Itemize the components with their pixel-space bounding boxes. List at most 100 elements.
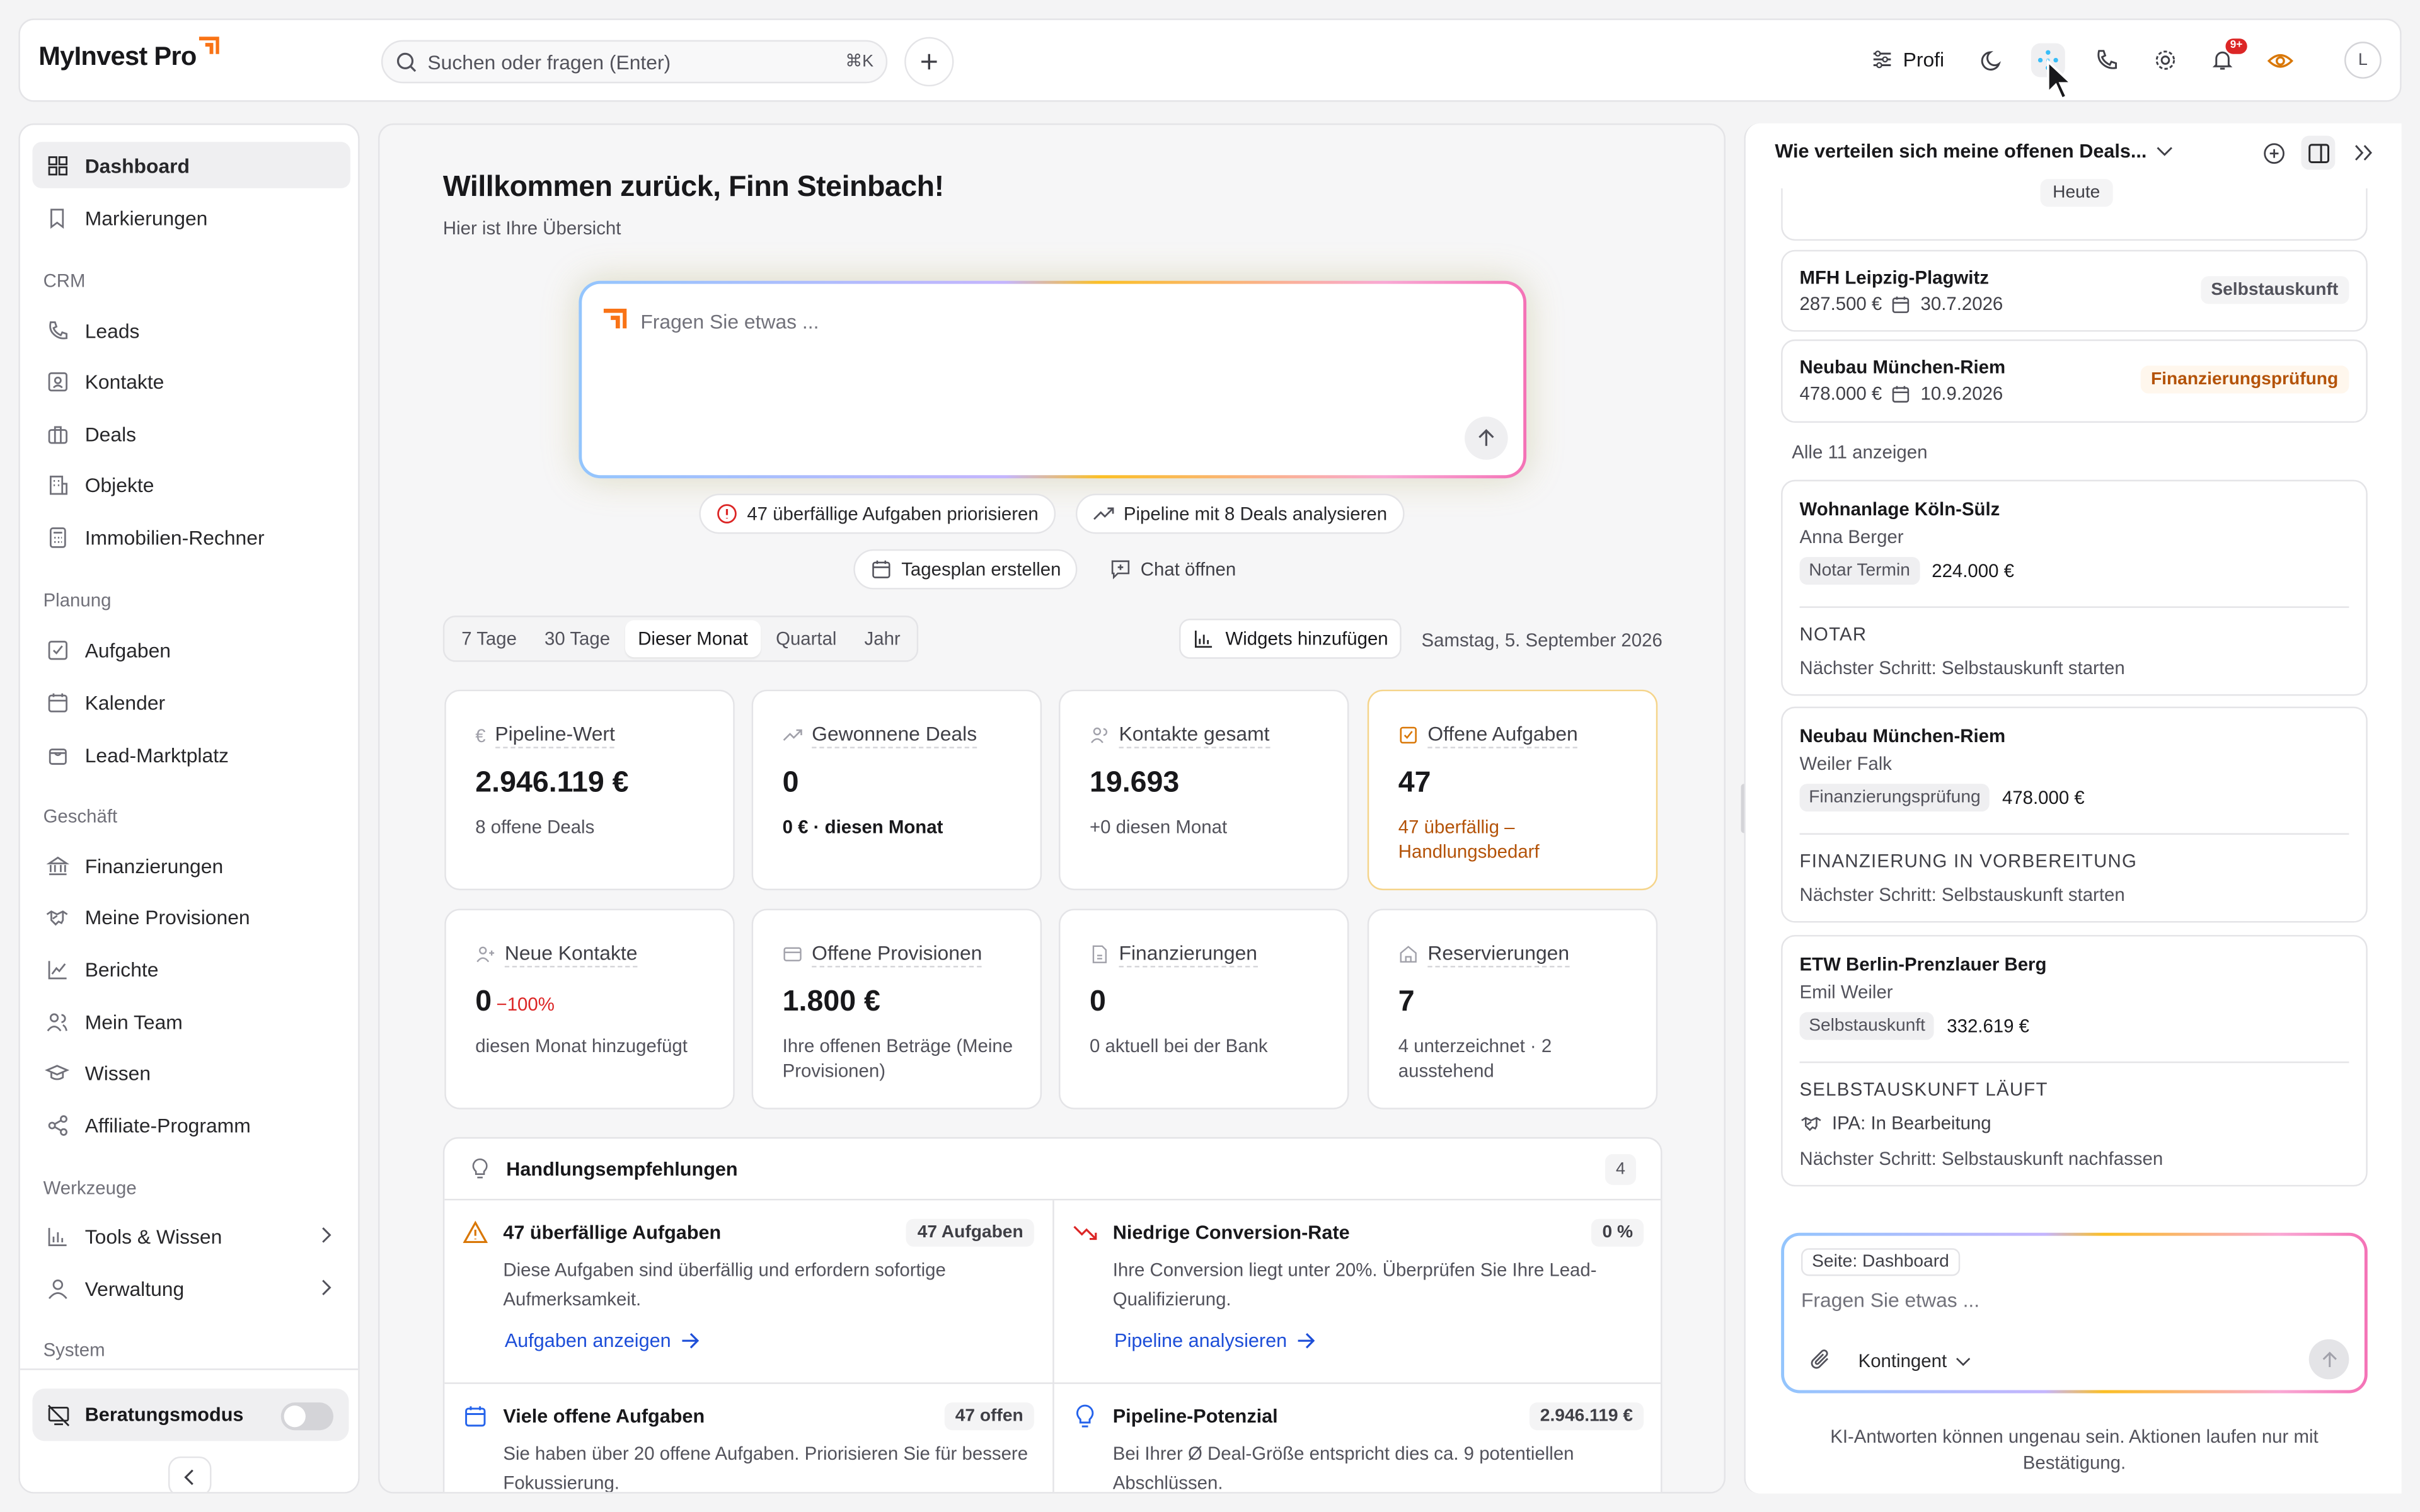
kpi-card-pipeline-value[interactable]: € Pipeline-Wert 2.946.119 € 8 offene Deal… — [444, 689, 735, 891]
chip-open-chat[interactable]: Chat öffnen — [1094, 549, 1251, 590]
kpi-card-reservations[interactable]: Reservierungen 7 4 unterzeichnet · 2 aus… — [1367, 908, 1658, 1109]
sidebar-item-label: Kalender — [84, 690, 166, 714]
show-tasks-link[interactable]: Aufgaben anzeigen — [505, 1330, 699, 1351]
sidebar-item-wissen[interactable]: Wissen — [32, 1049, 350, 1095]
deal-detail-card[interactable]: Wohnanlage Köln-Sülz Anna Berger Notar T… — [1781, 479, 2368, 696]
sliders-icon — [1873, 50, 1891, 69]
briefcase-icon — [45, 421, 69, 446]
sidebar-item-label: Affiliate-Programm — [84, 1113, 251, 1137]
kpi-note: 47 überfällig – Handlungsbedarf — [1398, 816, 1540, 862]
kpi-card-won-deals[interactable]: Gewonnene Deals 0 0 € · diesen Monat — [751, 689, 1042, 891]
sidebar-item-kalender[interactable]: Kalender — [32, 679, 350, 725]
sidebar-item-tools-wissen[interactable]: Tools & Wissen — [32, 1213, 350, 1259]
bar-chart-icon — [45, 1223, 69, 1248]
toggle-panel-layout-button[interactable] — [2301, 135, 2336, 170]
recommendation-badge: 47 offen — [944, 1402, 1034, 1431]
sidebar-item-finanzierungen[interactable]: Finanzierungen — [32, 842, 350, 888]
alert-circle-icon — [717, 504, 737, 524]
user-avatar[interactable]: L — [2344, 42, 2382, 79]
sidebar-item-label: Wissen — [84, 1060, 151, 1084]
deal-detail-card[interactable]: Neubau München-Riem Weiler Falk Finanzie… — [1781, 706, 2368, 923]
chat-input-box[interactable]: Seite: Dashboard Fragen Sie etwas ... Ko… — [1781, 1232, 2368, 1394]
graduation-cap-icon — [45, 1060, 70, 1084]
quota-dropdown[interactable]: Kontingent — [1858, 1350, 1972, 1372]
page-context-chip[interactable]: Seite: Dashboard — [1801, 1248, 1960, 1276]
period-30-days[interactable]: 30 Tage — [532, 620, 622, 657]
chip-analyze-pipeline[interactable]: Pipeline mit 8 Deals analysieren — [1075, 493, 1405, 534]
kpi-card-contacts-total[interactable]: Kontakte gesamt 19.693 +0 diesen Monat — [1059, 689, 1349, 891]
period-this-month[interactable]: Dieser Monat — [625, 620, 761, 658]
show-all-deals-link[interactable]: Alle 11 anzeigen — [1792, 441, 1927, 462]
advisor-mode-switch[interactable] — [280, 1402, 333, 1431]
sidebar-item-berichte[interactable]: Berichte — [32, 946, 350, 992]
lightbulb-icon — [1076, 1404, 1094, 1428]
checkbox-icon — [45, 637, 69, 662]
quick-add-button[interactable] — [904, 37, 954, 87]
arrow-right-icon — [681, 1333, 699, 1349]
kpi-card-new-contacts[interactable]: Neue Kontakte 0 −100% diesen Monat hinzug… — [444, 908, 735, 1109]
app-logo[interactable]: MyInvest Pro — [38, 37, 220, 72]
paperclip-icon[interactable] — [1809, 1347, 1832, 1372]
sidebar-item-kontakte[interactable]: Kontakte — [32, 358, 350, 404]
kpi-card-open-tasks[interactable]: Offene Aufgaben 47 47 überfällig – Handl… — [1367, 689, 1658, 891]
recommendation-pipeline-potential: Pipeline-Potenzial 2.946.119 € Bei Ihrer… — [1054, 1384, 1661, 1492]
building-icon — [45, 472, 69, 496]
trending-up-icon — [783, 729, 802, 741]
period-7-days[interactable]: 7 Tage — [449, 620, 529, 657]
advisor-mode-toggle-row[interactable]: Beratungsmodus — [32, 1389, 349, 1441]
global-search[interactable]: Suchen oder fragen (Enter) ⌘K — [381, 40, 888, 84]
phone-button[interactable] — [2090, 43, 2124, 77]
sidebar-item-label: Dashboard — [84, 153, 190, 177]
collapse-sidebar-button[interactable] — [168, 1456, 212, 1492]
sidebar-item-verwaltung[interactable]: Verwaltung — [32, 1265, 350, 1311]
kpi-value: 47 — [1398, 767, 1431, 799]
recommendation-badge: 2.946.119 € — [1529, 1402, 1644, 1431]
chat-thread-selector[interactable]: Wie verteilen sich meine offenen Deals..… — [1775, 140, 2173, 162]
sidebar-item-label: Verwaltung — [84, 1276, 185, 1300]
kpi-card-open-commissions[interactable]: Offene Provisionen 1.800 € Ihre offenen … — [751, 908, 1042, 1109]
sidebar-item-aufgaben[interactable]: Aufgaben — [32, 626, 350, 672]
sidebar-item-objekte[interactable]: Objekte — [32, 461, 350, 507]
collapse-panel-button[interactable] — [2346, 136, 2380, 170]
gear-icon — [2155, 50, 2175, 70]
new-chat-button[interactable] — [2256, 136, 2290, 170]
deal-detail-card[interactable]: ETW Berlin-Prenzlauer Berg Emil Weiler S… — [1781, 935, 2368, 1187]
divider — [1799, 606, 2349, 608]
sidebar-item-leads[interactable]: Leads — [32, 307, 350, 353]
period-year[interactable]: Jahr — [852, 620, 913, 657]
deal-card[interactable]: MFH Leipzig-Plagwitz 287.500 €30.7.2026 … — [1781, 249, 2368, 332]
recommendation-overdue-tasks: 47 überfällige Aufgaben 47 Aufgaben Dies… — [444, 1200, 1052, 1382]
chip-prioritize-overdue[interactable]: 47 überfällige Aufgaben priorisieren — [699, 493, 1056, 534]
sidebar-item-lead-marktplatz[interactable]: Lead-Marktplatz — [32, 731, 350, 777]
chevron-left-icon — [184, 1469, 193, 1485]
sidebar-item-dashboard[interactable]: Dashboard — [32, 142, 350, 188]
deal-status-badge: Selbstauskunft — [2200, 276, 2349, 304]
settings-button[interactable] — [2148, 43, 2182, 77]
sidebar-item-affiliate-programm[interactable]: Affiliate-Programm — [32, 1102, 350, 1148]
add-widgets-button[interactable]: Widgets hinzufügen — [1179, 619, 1402, 659]
section-title-system: System — [43, 1339, 105, 1361]
advisor-mode-label: Beratungsmodus — [84, 1404, 244, 1426]
home-icon — [1400, 946, 1417, 963]
sidebar-item-mein-team[interactable]: Mein Team — [32, 999, 350, 1045]
sidebar-item-meine-provisionen[interactable]: Meine Provisionen — [32, 893, 350, 939]
visibility-button[interactable] — [2262, 43, 2296, 77]
period-quarter[interactable]: Quartal — [763, 620, 849, 657]
sidebar-item-deals[interactable]: Deals — [32, 410, 350, 456]
sidebar-footer: Beratungsmodus — [20, 1368, 359, 1492]
deal-card[interactable]: Neubau München-Riem 478.000 €10.9.2026 F… — [1781, 339, 2368, 423]
chip-daily-plan[interactable]: Tagesplan erstellen — [853, 549, 1078, 590]
ai-prompt-send-button[interactable] — [1465, 416, 1508, 460]
recommendation-badge: 47 Aufgaben — [906, 1218, 1034, 1247]
recommendations-title: Handlungsempfehlungen — [506, 1159, 738, 1181]
dark-mode-button[interactable] — [1974, 43, 2008, 77]
chat-send-button[interactable] — [2308, 1339, 2349, 1380]
share-icon — [45, 1113, 69, 1137]
analyze-pipeline-link[interactable]: Pipeline analysieren — [1114, 1330, 1315, 1351]
profile-mode-button[interactable]: Profi — [1870, 48, 1944, 71]
kpi-card-financings[interactable]: Finanzierungen 0 0 aktuell bei der Bank — [1059, 908, 1349, 1109]
notifications-button[interactable]: 9+ — [2206, 38, 2247, 77]
sidebar-item-immobilien-rechner[interactable]: Immobilien-Rechner — [32, 514, 350, 560]
ai-prompt-box[interactable]: Fragen Sie etwas ... — [579, 280, 1527, 479]
sidebar-item-markierungen[interactable]: Markierungen — [32, 195, 350, 241]
